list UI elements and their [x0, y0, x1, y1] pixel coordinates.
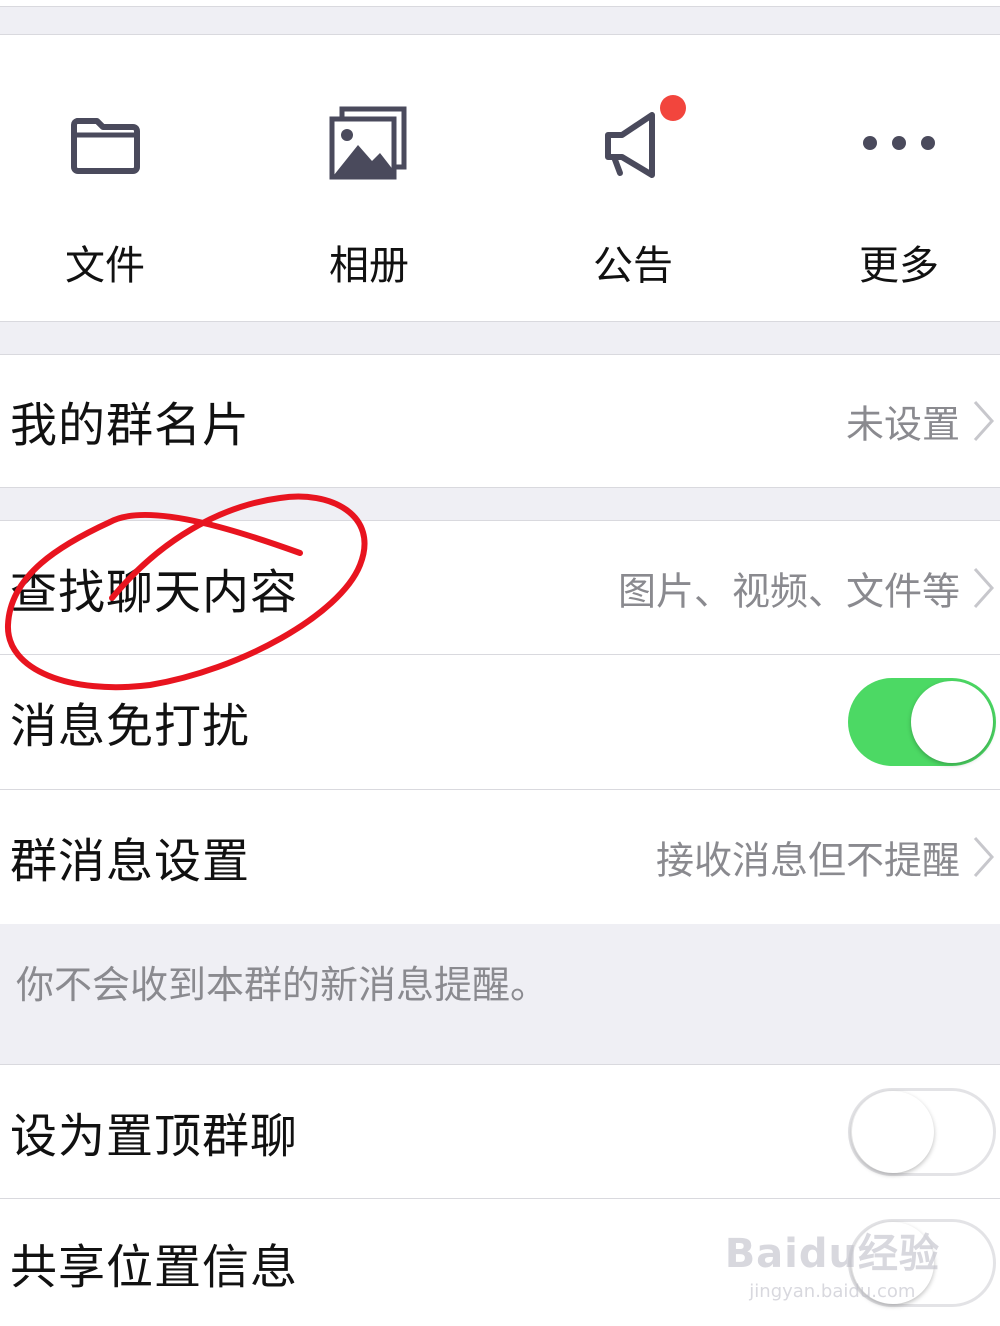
row-mute: 消息免打扰 [0, 655, 1000, 790]
tool-album[interactable]: 相册 [264, 35, 474, 323]
mute-hint: 你不会收到本群的新消息提醒。 [0, 924, 1000, 1064]
watermark-brand: Baidu经验 [724, 1231, 940, 1277]
tool-album-label: 相册 [329, 243, 409, 289]
section-edge [0, 0, 1000, 7]
tool-files[interactable]: 文件 [0, 35, 210, 323]
row-title: 共享位置信息 [10, 1240, 298, 1295]
row-pin-chat: 设为置顶群聊 [0, 1064, 1000, 1199]
chevron-right-icon [972, 399, 996, 443]
tool-announcement[interactable]: 公告 [528, 35, 738, 323]
photo-album-icon [324, 105, 414, 185]
row-group-message-settings[interactable]: 群消息设置 接收消息但不提醒 [0, 790, 1000, 924]
top-strip [0, 0, 1000, 34]
pin-toggle[interactable] [848, 1087, 996, 1176]
tool-files-label: 文件 [65, 243, 145, 289]
hint-text: 你不会收到本群的新消息提醒。 [16, 963, 549, 1007]
row-title: 查找聊天内容 [10, 565, 298, 620]
row-group-card[interactable]: 我的群名片 未设置 [0, 354, 1000, 488]
watermark: Baidu经验 jingyan.baidu.com [725, 1221, 940, 1302]
row-value: 图片、视频、文件等 [617, 569, 960, 613]
group-tools-bar: 文件 相册 公告 更多 [0, 34, 1000, 322]
row-value: 接收消息但不提醒 [655, 838, 960, 883]
row-title: 设为置顶群聊 [10, 1109, 298, 1164]
chevron-right-icon [972, 835, 996, 879]
toggle-knob [911, 681, 993, 763]
row-title: 我的群名片 [10, 398, 250, 454]
folder-icon [60, 105, 150, 185]
row-search-chat[interactable]: 查找聊天内容 图片、视频、文件等 [0, 520, 1000, 655]
toggle-knob [852, 1090, 934, 1173]
row-value: 未设置 [845, 402, 960, 447]
tool-more[interactable]: 更多 [794, 35, 1000, 323]
chevron-right-icon [972, 566, 996, 610]
notification-dot [660, 95, 686, 121]
watermark-url: jingyan.baidu.com [749, 1281, 916, 1302]
row-title: 群消息设置 [10, 834, 250, 890]
tool-more-label: 更多 [859, 243, 939, 289]
row-title: 消息免打扰 [10, 699, 250, 755]
tool-announcement-label: 公告 [593, 243, 673, 289]
mute-toggle[interactable] [848, 678, 996, 766]
more-dots-icon [854, 105, 944, 185]
